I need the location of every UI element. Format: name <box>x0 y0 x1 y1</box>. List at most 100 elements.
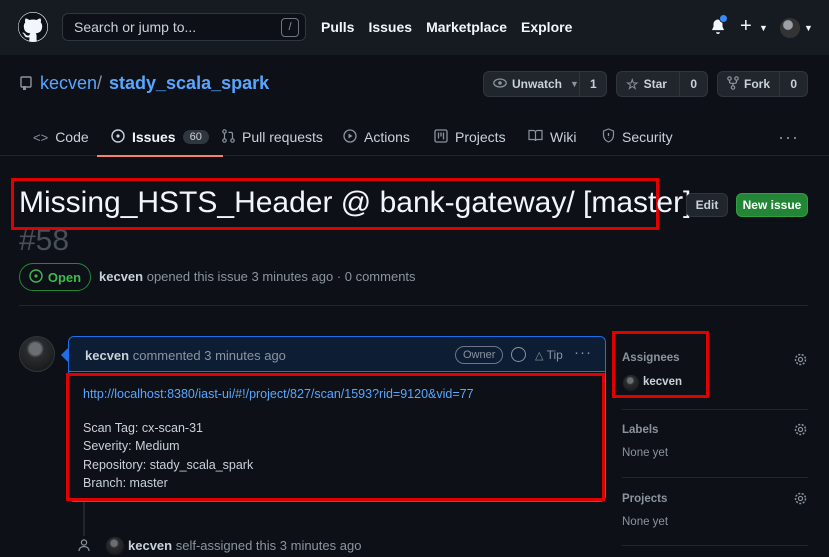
book-icon <box>528 129 543 145</box>
issue-meta-text: opened this issue 3 minutes ago · 0 comm… <box>146 269 416 284</box>
smiley-reaction-icon[interactable] <box>511 347 526 362</box>
assignees-heading[interactable]: Assignees <box>622 352 680 364</box>
tab-projects[interactable]: Projects <box>434 118 506 156</box>
star-count[interactable]: 0 <box>680 77 707 91</box>
tab-label: Code <box>55 129 89 145</box>
assignee-link[interactable]: kecven <box>643 376 682 388</box>
repo-icon <box>20 76 32 93</box>
event-text: self-assigned this 3 minutes ago <box>175 538 362 553</box>
repo-tabs: <> Code Issues 60 Pull requests Actions … <box>0 118 829 157</box>
sidebar-divider <box>622 409 808 410</box>
nav-pulls[interactable]: Pulls <box>321 19 354 35</box>
chevron-down-icon[interactable]: ▼ <box>804 23 813 33</box>
gear-icon[interactable] <box>794 492 807 505</box>
issues-counter: 60 <box>182 130 209 144</box>
issue-opened-icon <box>111 128 125 146</box>
projects-value: None yet <box>622 516 669 528</box>
nav-explore[interactable]: Explore <box>521 19 572 35</box>
repo-path-separator: / <box>97 73 103 93</box>
tab-security[interactable]: Security <box>602 118 673 156</box>
star-button[interactable]: ☆ Star 0 <box>616 71 708 97</box>
header-divider <box>19 305 808 306</box>
notification-indicator <box>719 14 728 23</box>
user-avatar[interactable] <box>780 18 800 38</box>
tab-wiki[interactable]: Wiki <box>528 118 576 156</box>
scan-link[interactable]: http://localhost:8380/iast-ui/#!/project… <box>83 387 474 401</box>
play-icon <box>343 128 357 146</box>
chevron-down-icon: ▼ <box>570 79 579 89</box>
sidebar-divider <box>622 477 808 478</box>
issue-meta: kecven opened this issue 3 minutes ago ·… <box>99 269 416 284</box>
issue-number: #58 <box>19 224 70 257</box>
fork-label: Fork <box>744 77 771 91</box>
eye-icon <box>493 77 507 91</box>
search-input[interactable] <box>62 13 306 41</box>
watch-label: Unwatch <box>512 77 563 91</box>
status-label: Open <box>47 269 82 285</box>
shield-icon <box>602 128 615 146</box>
star-label: Star <box>643 77 667 91</box>
status-badge: Open <box>19 263 91 291</box>
tab-label: Projects <box>455 129 506 145</box>
tab-actions[interactable]: Actions <box>343 118 410 156</box>
fork-button[interactable]: Fork 0 <box>717 71 808 97</box>
watch-button[interactable]: Unwatch ▼ 1 <box>483 71 607 97</box>
tab-label: Security <box>622 129 673 145</box>
tip-label: Tip <box>546 348 563 362</box>
tab-label: Pull requests <box>242 129 323 145</box>
warning-icon: △ <box>535 350 544 362</box>
pull-request-icon <box>222 128 235 146</box>
repo-owner-link[interactable]: kecven <box>40 73 97 94</box>
star-icon: ☆ <box>626 75 639 92</box>
tab-label: Actions <box>364 129 410 145</box>
comment-author-link[interactable]: kecven <box>85 348 129 363</box>
gear-icon[interactable] <box>794 423 807 436</box>
comment-body: Scan Tag: cx-scan-31 Severity: Medium Re… <box>83 419 253 492</box>
labels-heading[interactable]: Labels <box>622 424 658 436</box>
scan-tag-line: Scan Tag: cx-scan-31 <box>83 421 203 435</box>
tab-issues[interactable]: Issues 60 <box>97 118 223 157</box>
repo-name-link[interactable]: stady_scala_spark <box>109 73 269 94</box>
octocat-icon <box>18 12 48 41</box>
labels-value: None yet <box>622 447 669 459</box>
comment-header: kecven commented 3 minutes ago Owner △ T… <box>69 337 605 372</box>
severity-line: Severity: Medium <box>83 439 180 454</box>
tip-button[interactable]: △ Tip <box>535 348 563 362</box>
timeline-line <box>83 502 85 536</box>
comment-byline: kecven commented 3 minutes ago <box>85 348 286 363</box>
person-icon <box>77 538 91 555</box>
watch-count[interactable]: 1 <box>580 77 607 91</box>
branch-line: Branch: master <box>83 475 168 490</box>
owner-badge: Owner <box>455 346 504 364</box>
repository-line: Repository: stady_scala_spark <box>83 457 254 472</box>
global-header: / Pulls Issues Marketplace Explore + ▼ ▼ <box>0 0 829 55</box>
projects-heading[interactable]: Projects <box>622 493 667 505</box>
kebab-menu-icon[interactable]: ··· <box>574 344 592 361</box>
issue-author-link[interactable]: kecven <box>99 269 143 284</box>
issue-opened-icon <box>29 268 43 286</box>
nav-issues[interactable]: Issues <box>368 19 412 35</box>
avatar[interactable] <box>623 375 639 391</box>
search-shortcut-key: / <box>281 18 299 37</box>
chevron-down-icon[interactable]: ▼ <box>759 23 768 33</box>
tab-label: Issues <box>132 129 176 145</box>
code-icon: <> <box>33 129 49 145</box>
tab-code[interactable]: <> Code <box>33 118 89 156</box>
nav-marketplace[interactable]: Marketplace <box>426 19 507 35</box>
fork-count[interactable]: 0 <box>780 77 807 91</box>
timeline-event: kecven self-assigned this 3 minutes ago <box>128 538 361 553</box>
create-new-icon[interactable]: + <box>740 15 752 38</box>
avatar[interactable] <box>19 336 55 372</box>
project-icon <box>434 128 448 146</box>
more-tabs-icon[interactable]: ··· <box>778 127 799 148</box>
fork-icon <box>727 75 739 93</box>
github-logo-icon[interactable] <box>18 12 48 42</box>
comment-timestamp[interactable]: commented 3 minutes ago <box>133 348 286 363</box>
global-nav: Pulls Issues Marketplace Explore <box>321 19 572 35</box>
gear-icon[interactable] <box>794 353 807 366</box>
new-issue-button[interactable]: New issue <box>736 193 808 217</box>
edit-title-button[interactable]: Edit <box>686 193 728 217</box>
tab-pull-requests[interactable]: Pull requests <box>222 118 323 156</box>
event-actor-link[interactable]: kecven <box>128 538 172 553</box>
avatar[interactable] <box>106 537 124 555</box>
